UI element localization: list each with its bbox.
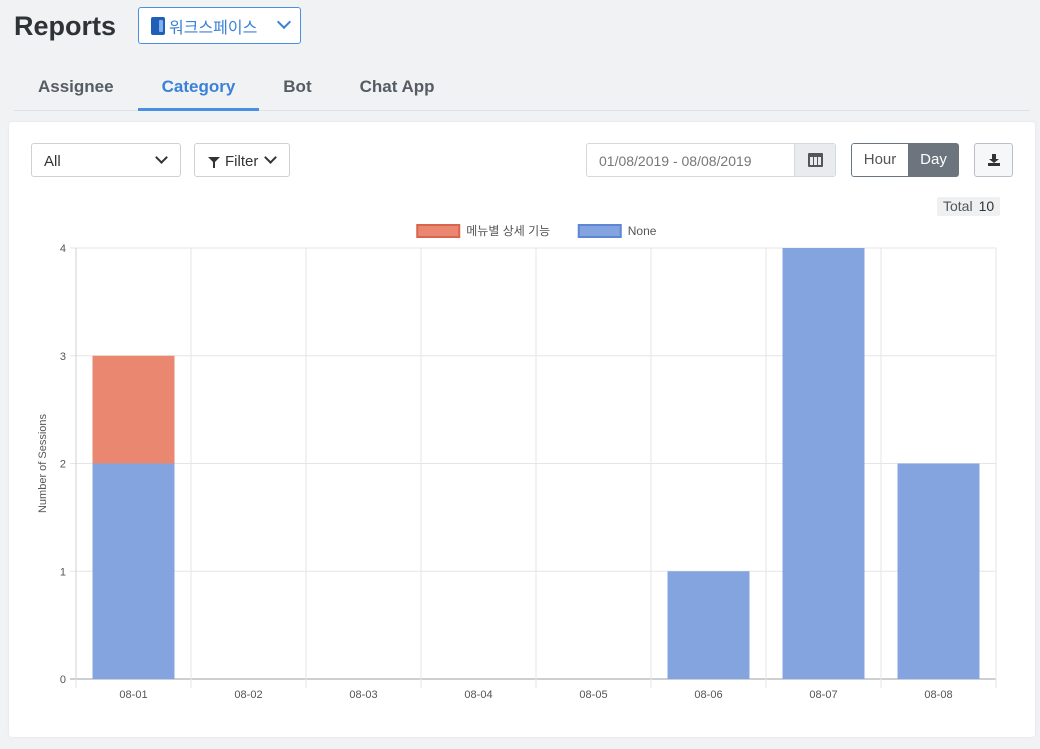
y-tick-label: 2	[60, 459, 66, 471]
x-tick-label: 08-05	[579, 689, 607, 701]
bar-08-06	[667, 571, 750, 679]
chevron-down-icon	[276, 14, 292, 30]
y-tick-label: 4	[60, 243, 66, 255]
legend-label: 메뉴별 상세 기능	[466, 224, 550, 238]
y-tick-label: 0	[60, 674, 66, 686]
y-tick-label: 3	[60, 351, 66, 363]
x-tick-label: 08-01	[119, 689, 147, 701]
x-tick-label: 08-08	[924, 689, 952, 701]
x-tick-label: 08-07	[809, 689, 837, 701]
page-title: Reports	[14, 11, 117, 41]
y-tick-label: 1	[60, 566, 66, 578]
legend-label: None	[628, 224, 657, 238]
tab-bot[interactable]: Bot	[259, 66, 335, 110]
legend-swatch	[577, 224, 622, 238]
bar-08-01	[92, 463, 175, 679]
tab-chat-app[interactable]: Chat App	[336, 66, 459, 110]
report-card: All Filter 01/08/2019 - 08/08/2019 Hour …	[9, 122, 1035, 737]
x-tick-label: 08-06	[694, 689, 722, 701]
x-tick-label: 08-03	[349, 689, 377, 701]
legend-swatch	[416, 224, 461, 238]
chart-legend: 메뉴별 상세 기능 None	[416, 224, 657, 238]
workspace-name: 워크스페이스	[169, 17, 258, 37]
workspace-book-icon	[151, 16, 165, 35]
bar-08-08	[897, 463, 980, 679]
bar-08-01	[92, 355, 175, 464]
bar-08-07	[782, 248, 865, 679]
sessions-chart: 0 1 2 3 4 08-01 08-02 08-03 08-04 08-05 08-06 08-07…	[37, 224, 997, 701]
report-tabs: Assignee Category Bot Chat App	[14, 66, 1030, 111]
x-tick-label: 08-04	[464, 689, 492, 701]
y-axis-label: Number of Sessions	[37, 413, 49, 513]
x-tick-label: 08-02	[234, 689, 262, 701]
tab-category[interactable]: Category	[137, 66, 260, 111]
workspace-select[interactable]: 워크스페이스	[138, 7, 301, 44]
tab-assignee[interactable]: Assignee	[14, 66, 138, 110]
